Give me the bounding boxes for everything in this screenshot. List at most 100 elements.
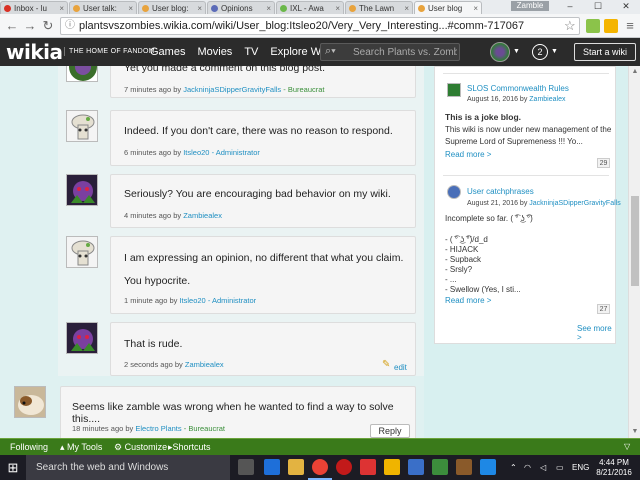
bookmark-star-icon[interactable]: ☆ bbox=[564, 18, 576, 34]
taskbar-search[interactable]: Search the web and Windows bbox=[26, 455, 230, 480]
browser-tab[interactable]: User blog × bbox=[414, 1, 482, 14]
author-link[interactable]: Itsleo20 bbox=[183, 148, 209, 157]
chevron-down-icon[interactable]: ▼ bbox=[513, 48, 520, 55]
author-link[interactable]: JackninjaSDipperGravityFalls bbox=[529, 200, 620, 207]
avatar[interactable] bbox=[14, 386, 46, 418]
reply-button[interactable]: Reply bbox=[370, 424, 410, 438]
pencil-icon[interactable]: ✎ bbox=[382, 359, 390, 370]
extension-icon[interactable] bbox=[586, 19, 600, 33]
see-more-link[interactable]: See more > bbox=[577, 324, 615, 342]
shortcuts-button[interactable]: ▸Shortcuts bbox=[168, 441, 211, 453]
wifi-icon[interactable]: ◠ bbox=[524, 455, 531, 480]
back-icon[interactable]: ← bbox=[4, 18, 20, 34]
avatar[interactable] bbox=[66, 66, 98, 82]
close-icon[interactable]: ✕ bbox=[612, 0, 640, 12]
task-view-icon[interactable] bbox=[238, 459, 254, 475]
menu-icon[interactable]: ≡ bbox=[622, 18, 638, 34]
app-icon[interactable] bbox=[432, 459, 448, 475]
language-indicator[interactable]: ENG bbox=[572, 455, 589, 480]
search-input[interactable] bbox=[353, 45, 457, 59]
forward-icon[interactable]: → bbox=[22, 18, 38, 34]
home-of-fandom-label[interactable]: THE HOME OF FANDOM bbox=[64, 47, 155, 56]
browser-tab[interactable]: IXL - Awa × bbox=[276, 1, 344, 14]
browser-tab[interactable]: Inbox - lu × bbox=[0, 1, 68, 14]
avatar[interactable] bbox=[66, 174, 98, 206]
page-scrollbar[interactable]: ▲ ▼ bbox=[628, 66, 640, 438]
author-link[interactable]: Itsleo20 bbox=[179, 296, 205, 305]
browser-tab[interactable]: The Lawn × bbox=[345, 1, 413, 14]
media-app-icon[interactable] bbox=[336, 459, 352, 475]
comment-meta: 2 seconds ago by Zambiealex bbox=[124, 360, 224, 369]
minimize-icon[interactable]: – bbox=[556, 0, 584, 12]
customize-button[interactable]: ⚙ Customize bbox=[114, 441, 167, 453]
volume-icon[interactable]: ◁ bbox=[540, 455, 546, 480]
blog-thumbnail[interactable] bbox=[447, 185, 461, 199]
tab-favicon-icon bbox=[142, 4, 149, 12]
vlc-icon[interactable] bbox=[384, 459, 400, 475]
catchphrase-line: - ... bbox=[445, 275, 457, 284]
nav-item[interactable]: TV bbox=[244, 45, 258, 59]
edit-link[interactable]: edit bbox=[394, 363, 407, 372]
avatar[interactable] bbox=[66, 322, 98, 354]
reload-icon[interactable]: ↻ bbox=[40, 18, 56, 34]
edge-icon[interactable] bbox=[264, 459, 280, 475]
battery-icon[interactable]: ▭ bbox=[556, 455, 564, 480]
minecraft-icon[interactable] bbox=[456, 459, 472, 475]
file-explorer-icon[interactable] bbox=[288, 459, 304, 475]
maximize-icon[interactable]: ☐ bbox=[584, 0, 612, 12]
blog-thumbnail[interactable] bbox=[447, 83, 461, 97]
clock[interactable]: 4:44 PM 8/21/2016 bbox=[594, 458, 634, 478]
user-avatar[interactable] bbox=[490, 42, 510, 62]
divider bbox=[443, 175, 609, 176]
search-icon[interactable]: ⌕▾ bbox=[325, 45, 336, 58]
blog-title-link[interactable]: User catchphrases bbox=[467, 187, 534, 196]
read-more-link[interactable]: Read more > bbox=[445, 296, 491, 305]
author-link[interactable]: Zambiealex bbox=[183, 211, 222, 220]
wikia-global-nav: wikia THE HOME OF FANDOM Games Movies TV Ex… bbox=[0, 38, 640, 66]
close-tab-icon[interactable]: × bbox=[473, 4, 478, 13]
avatar[interactable] bbox=[66, 236, 98, 268]
close-tab-icon[interactable]: × bbox=[266, 4, 271, 13]
scroll-up-icon[interactable]: ▲ bbox=[629, 66, 640, 78]
search-box[interactable]: ⌕▾ bbox=[320, 43, 460, 61]
avatar[interactable] bbox=[66, 110, 98, 142]
extension-icon[interactable] bbox=[604, 19, 618, 33]
page-info-icon[interactable]: ⓘ bbox=[65, 18, 75, 34]
author-link[interactable]: Zambiealex bbox=[529, 96, 565, 103]
nav-item[interactable]: Games bbox=[150, 45, 185, 59]
close-tab-icon[interactable]: × bbox=[128, 4, 133, 13]
nav-item[interactable]: Movies bbox=[197, 45, 232, 59]
my-tools-button[interactable]: ▴ My Tools bbox=[60, 441, 102, 453]
following-button[interactable]: Following bbox=[10, 441, 48, 453]
chevron-down-icon[interactable]: ▼ bbox=[551, 48, 558, 55]
browser-tab[interactable]: Opinions × bbox=[207, 1, 275, 14]
start-a-wiki-button[interactable]: Start a wiki bbox=[574, 43, 636, 61]
author-link[interactable]: Zambiealex bbox=[185, 360, 224, 369]
scroll-down-icon[interactable]: ▼ bbox=[629, 426, 640, 438]
close-tab-icon[interactable]: × bbox=[59, 4, 64, 13]
app-icon[interactable] bbox=[408, 459, 424, 475]
wikia-logo[interactable]: wikia bbox=[6, 41, 63, 63]
app-icon[interactable] bbox=[360, 459, 376, 475]
close-tab-icon[interactable]: × bbox=[404, 4, 409, 13]
url-input[interactable]: ⓘ plantsvszombies.wikia.com/wiki/User_bl… bbox=[60, 17, 580, 35]
tray-chevron-icon[interactable]: ⌃ bbox=[510, 455, 517, 480]
author-link[interactable]: JackninjaSDipperGravityFalls bbox=[183, 85, 281, 94]
blog-title-link[interactable]: SLOS Commonwealth Rules bbox=[467, 84, 569, 93]
comment-count[interactable]: 27 bbox=[597, 304, 610, 314]
comment-count[interactable]: 29 bbox=[597, 158, 610, 168]
chevron-down-icon[interactable]: ▽ bbox=[624, 441, 630, 453]
close-tab-icon[interactable]: × bbox=[335, 4, 340, 13]
close-tab-icon[interactable]: × bbox=[197, 4, 202, 13]
profile-name[interactable]: Zamble bbox=[511, 1, 549, 11]
chrome-icon[interactable] bbox=[312, 459, 328, 475]
read-more-link[interactable]: Read more > bbox=[445, 150, 491, 159]
notifications-badge[interactable]: 2 bbox=[532, 44, 548, 60]
windows-start-icon[interactable]: ⊞ bbox=[0, 455, 26, 480]
browser-tab[interactable]: User blog: × bbox=[138, 1, 206, 14]
comment-meta: 4 minutes ago by Zambiealex bbox=[124, 211, 222, 220]
app-icon[interactable] bbox=[480, 459, 496, 475]
browser-tab[interactable]: User talk: × bbox=[69, 1, 137, 14]
scroll-thumb[interactable] bbox=[631, 196, 639, 286]
author-link[interactable]: Electro Plants bbox=[135, 424, 181, 433]
